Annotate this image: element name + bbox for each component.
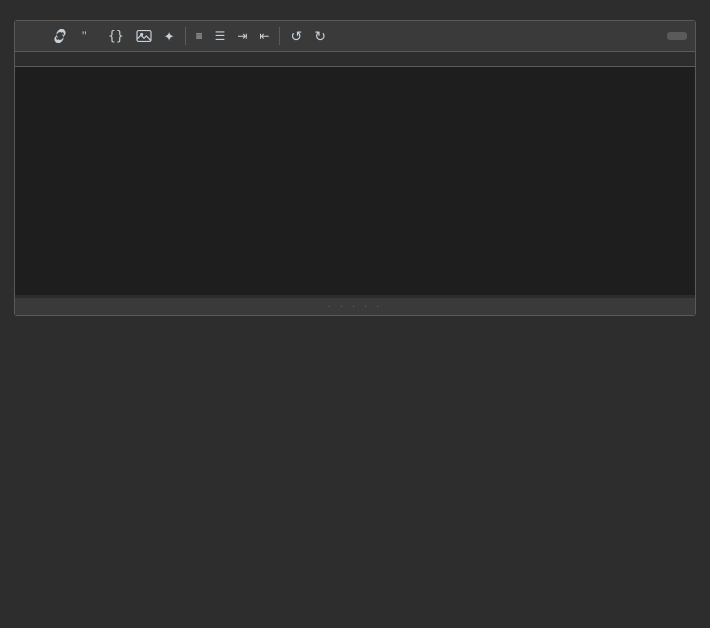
blockquote-icon: " [80, 29, 96, 43]
svg-text:": " [82, 29, 87, 43]
tab-links[interactable] [23, 56, 33, 62]
editor-toolbar: " {} ✦ ≡ ☰ ⇥ ⇤ [15, 21, 695, 52]
tab-more[interactable] [107, 56, 117, 62]
redo-button[interactable]: ↻ [309, 26, 331, 46]
help-tabs-bar [15, 52, 695, 67]
tab-blockquotes[interactable] [71, 56, 81, 62]
undo-button[interactable]: ↺ [285, 26, 307, 46]
tab-html[interactable] [95, 56, 105, 62]
editor-container: " {} ✦ ≡ ☰ ⇥ ⇤ [14, 20, 696, 316]
link-button[interactable] [47, 26, 73, 46]
blockquote-button[interactable]: " [75, 26, 101, 46]
tab-styling[interactable] [47, 56, 57, 62]
bold-button[interactable] [23, 33, 33, 39]
italic-button[interactable] [35, 33, 45, 39]
dedent-button[interactable]: ⇤ [254, 27, 274, 45]
indent-button[interactable]: ⇥ [232, 27, 252, 45]
tab-lists[interactable] [59, 56, 69, 62]
snippet-button[interactable]: ✦ [159, 27, 180, 46]
editor-status-bar [14, 316, 696, 326]
image-button[interactable] [131, 26, 157, 46]
toolbar-separator-1 [185, 27, 186, 45]
body-editor[interactable] [15, 67, 695, 295]
link-icon [52, 29, 68, 43]
ordered-list-button[interactable]: ≡ [191, 27, 208, 45]
toolbar-separator-2 [279, 27, 280, 45]
formatting-tips-button[interactable] [667, 32, 687, 40]
tab-code[interactable] [83, 56, 93, 62]
tab-images[interactable] [35, 56, 45, 62]
editor-drag-handle[interactable]: · · · · · [15, 298, 695, 315]
code-button[interactable]: {} [103, 27, 129, 46]
unordered-list-button[interactable]: ☰ [210, 27, 231, 45]
image-icon [136, 29, 152, 43]
